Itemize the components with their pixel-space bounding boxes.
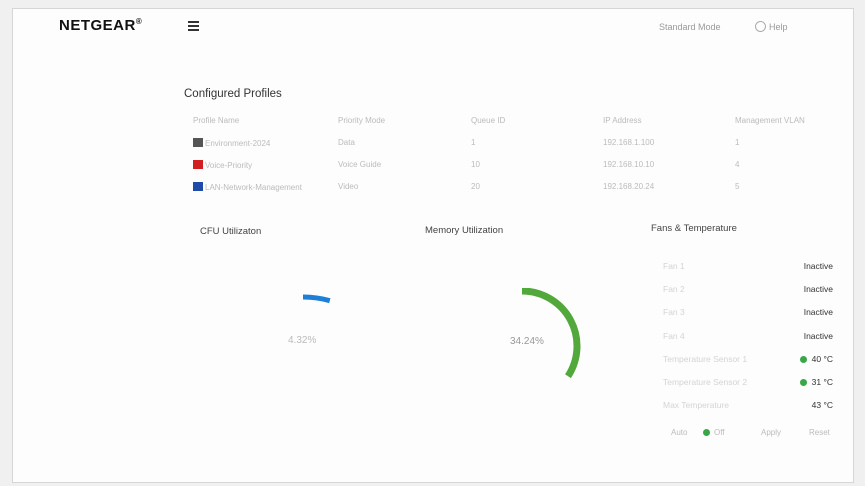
ip-address: 192.168.20.24	[603, 182, 655, 191]
profiles-title: Configured Profiles	[184, 88, 282, 100]
fan-row: Fan 4 Inactive	[663, 330, 833, 341]
profile-name: LAN-Network-Management	[205, 183, 302, 192]
profile-color-swatch	[193, 160, 203, 169]
management-vlan: 1	[735, 138, 740, 147]
status-ok-icon	[799, 355, 807, 363]
cpu-gauge	[302, 294, 331, 304]
auto-toggle-state: Off	[714, 428, 725, 437]
profiles-table: Profile Name Priority Mode Queue ID IP A…	[193, 116, 833, 204]
temperature-row: Temperature Sensor 2 31 °C	[663, 376, 833, 387]
auto-toggle[interactable]	[703, 429, 710, 436]
priority-mode: Voice Guide	[338, 160, 382, 169]
queue-id: 10	[471, 160, 480, 169]
help-icon	[755, 21, 766, 32]
priority-mode: Video	[338, 182, 359, 191]
fan-row: Fan 3 Inactive	[663, 307, 833, 318]
profile-color-swatch	[193, 182, 203, 191]
cpu-title: CFU Utilizaton	[200, 226, 262, 237]
apply-button[interactable]: Apply	[761, 428, 781, 437]
ip-address: 192.168.10.10	[603, 160, 655, 169]
auto-label: Auto	[671, 428, 688, 437]
fan-status: Inactive	[803, 261, 833, 271]
dashboard-panel: NETGEAR® Standard Mode Help Configured P…	[12, 8, 854, 483]
fan-row: Fan 2 Inactive	[663, 284, 833, 295]
column-header: Priority Mode	[338, 116, 386, 125]
table-header: Profile Name Priority Mode Queue ID IP A…	[193, 116, 833, 138]
netgear-logo[interactable]: NETGEAR®	[59, 17, 142, 34]
fan-status: Inactive	[803, 284, 833, 295]
standard-mode-link[interactable]: Standard Mode	[659, 22, 721, 32]
column-header: Queue ID	[471, 116, 506, 125]
menu-icon[interactable]	[188, 21, 199, 31]
queue-id: 1	[471, 138, 476, 147]
temperature-value: 40 °C	[811, 353, 833, 364]
ip-address: 192.168.1.100	[603, 138, 655, 147]
priority-mode: Data	[338, 138, 355, 147]
profile-name: Voice-Priority	[205, 161, 253, 170]
reset-button[interactable]: Reset	[809, 428, 830, 437]
memory-value: 34.24%	[510, 336, 544, 347]
cpu-gauge-arc	[302, 294, 331, 304]
temperature-row: Temperature Sensor 1 40 °C	[663, 353, 833, 364]
memory-gauge-arc	[521, 288, 581, 379]
table-row[interactable]: LAN-Network-Management Video 20 192.168.…	[193, 182, 833, 204]
fan-row: Fan 1 Inactive	[663, 261, 833, 271]
fan-status: Inactive	[803, 330, 833, 341]
table-row[interactable]: Environment-2024 Data 1 192.168.1.100 1	[193, 138, 833, 160]
fan-status: Inactive	[803, 307, 833, 318]
profile-name: Environment-2024	[205, 139, 271, 148]
memory-title: Memory Utilization	[425, 225, 504, 236]
table-row[interactable]: Voice-Priority Voice Guide 10 192.168.10…	[193, 160, 833, 182]
status-ok-icon	[799, 378, 807, 386]
cpu-value: 4.32%	[288, 335, 317, 346]
column-header: Management VLAN	[735, 116, 805, 125]
management-vlan: 5	[735, 182, 740, 191]
temperature-value: 43 °C	[811, 400, 833, 411]
column-header: IP Address	[603, 116, 642, 125]
management-vlan: 4	[735, 160, 740, 169]
temperature-value: 31 °C	[811, 376, 833, 387]
temperature-row: Max Temperature 43 °C	[663, 400, 833, 411]
profile-color-swatch	[193, 138, 203, 147]
fan-list: Fan 1 Inactive Fan 2 Inactive Fan 3 Inactiv…	[663, 261, 833, 423]
queue-id: 20	[471, 182, 480, 191]
column-header: Profile Name	[193, 116, 240, 125]
help-link[interactable]: Help	[755, 21, 788, 32]
fans-title: Fans & Temperature	[651, 223, 737, 234]
